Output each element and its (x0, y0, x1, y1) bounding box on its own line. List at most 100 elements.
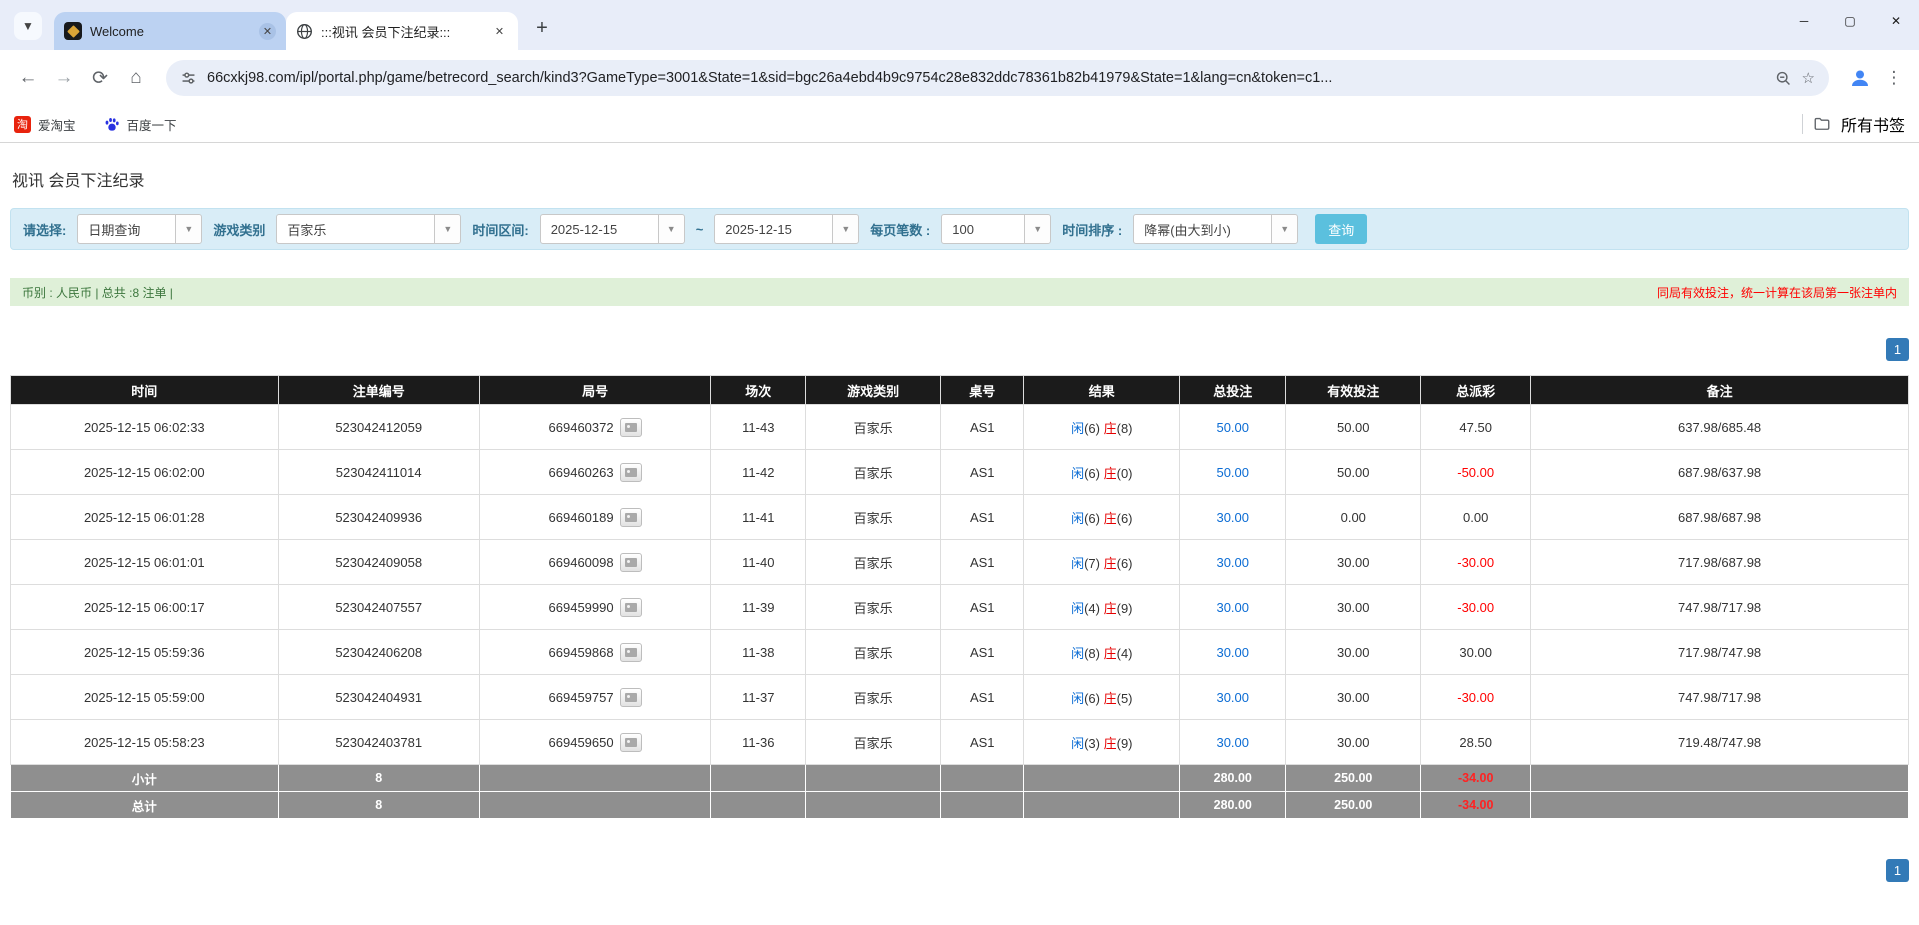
round-detail-icon[interactable] (620, 418, 642, 437)
forward-button[interactable]: → (46, 60, 82, 96)
currency-total-text: 币别 : 人民币 | 总共 :8 注单 | (22, 284, 173, 301)
close-icon[interactable]: ✕ (259, 23, 276, 40)
close-window-icon[interactable]: ✕ (1873, 4, 1919, 38)
chevron-down-icon: ▼ (1024, 215, 1050, 243)
range-separator: ~ (696, 222, 704, 237)
result-banker: 庄 (1104, 421, 1117, 436)
cell-round-id: 669460263 (479, 450, 711, 495)
cell-valid-bet: 0.00 (1286, 495, 1421, 540)
payout-value: -50.00 (1457, 465, 1494, 480)
cell-result: 闲(6) 庄(5) (1024, 675, 1180, 720)
round-detail-icon[interactable] (620, 553, 642, 572)
cell-table-no: AS1 (940, 630, 1024, 675)
cell-session: 11-39 (711, 585, 806, 630)
payout-value: -30.00 (1457, 555, 1494, 570)
maximize-icon[interactable]: ▢ (1827, 4, 1873, 38)
tab-title: Welcome (90, 24, 251, 39)
tab-strip: ▼ Welcome ✕ :::视讯 会员下注纪录::: ✕ + ─ ▢ ✕ (0, 0, 1919, 50)
close-icon[interactable]: ✕ (491, 23, 508, 40)
cell-round-id: 669460098 (479, 540, 711, 585)
back-button[interactable]: ← (10, 60, 46, 96)
chevron-down-icon: ▼ (658, 215, 684, 243)
tab-betrecord[interactable]: :::视讯 会员下注纪录::: ✕ (286, 12, 518, 50)
query-type-select[interactable]: 日期查询 ▼ (77, 214, 202, 244)
header-note: 备注 (1531, 376, 1909, 405)
cell-table-no: AS1 (940, 675, 1024, 720)
result-banker: 庄 (1104, 466, 1117, 481)
zoom-out-icon[interactable] (1775, 70, 1792, 87)
cell-result: 闲(6) 庄(8) (1024, 405, 1180, 450)
filter-bar: 请选择: 日期查询 ▼ 游戏类别 百家乐 ▼ 时间区间: 2025-12-15 … (10, 208, 1909, 250)
all-bookmarks-label: 所有书签 (1841, 112, 1905, 136)
tab-search-button[interactable]: ▼ (14, 12, 42, 40)
bookmark-aitaobao[interactable]: 淘 爱淘宝 (14, 115, 76, 134)
cell-payout: 47.50 (1421, 405, 1531, 450)
cell-total-bet: 50.00 (1180, 450, 1286, 495)
total-bet-link[interactable]: 30.00 (1216, 690, 1249, 705)
cell-result: 闲(7) 庄(6) (1024, 540, 1180, 585)
total-bet-link[interactable]: 30.00 (1216, 555, 1249, 570)
chevron-down-icon: ▼ (832, 215, 858, 243)
cell-total-bet: 30.00 (1180, 495, 1286, 540)
per-page-select[interactable]: 100 ▼ (941, 214, 1051, 244)
select-type-label: 请选择: (23, 220, 66, 239)
bookmark-label: 爱淘宝 (38, 115, 76, 134)
minimize-icon[interactable]: ─ (1781, 4, 1827, 38)
total-bet-link[interactable]: 30.00 (1216, 510, 1249, 525)
total-bet-link[interactable]: 30.00 (1216, 645, 1249, 660)
cell-round-id: 669459868 (479, 630, 711, 675)
bookmark-star-icon[interactable]: ☆ (1802, 69, 1815, 87)
pagination-bottom: 1 (10, 859, 1909, 882)
all-bookmarks[interactable]: 所有书签 (1802, 112, 1905, 136)
date-from-select[interactable]: 2025-12-15 ▼ (540, 214, 685, 244)
chevron-down-icon: ▼ (1271, 215, 1297, 243)
cell-bet-id: 523042407557 (278, 585, 479, 630)
home-button[interactable]: ⌂ (118, 60, 154, 96)
cell-valid-bet: 30.00 (1286, 630, 1421, 675)
globe-icon (296, 23, 313, 40)
round-detail-icon[interactable] (620, 733, 642, 752)
round-detail-icon[interactable] (620, 598, 642, 617)
table-row: 2025-12-15 06:02:00523042411014669460263… (11, 450, 1909, 495)
result-banker: 庄 (1104, 601, 1117, 616)
taobao-icon: 淘 (14, 116, 31, 133)
round-detail-icon[interactable] (620, 688, 642, 707)
new-tab-button[interactable]: + (528, 14, 556, 42)
total-bet-link[interactable]: 30.00 (1216, 735, 1249, 750)
sort-order-select[interactable]: 降幂(由大到小) ▼ (1133, 214, 1298, 244)
table-row: 2025-12-15 05:59:36523042406208669459868… (11, 630, 1909, 675)
search-button[interactable]: 查询 (1315, 214, 1367, 244)
date-to-select[interactable]: 2025-12-15 ▼ (714, 214, 859, 244)
total-bet-link[interactable]: 50.00 (1216, 465, 1249, 480)
round-detail-icon[interactable] (620, 463, 642, 482)
cell-session: 11-38 (711, 630, 806, 675)
header-payout: 总派彩 (1421, 376, 1531, 405)
url-text[interactable]: 66cxkj98.com/ipl/portal.php/game/betreco… (207, 70, 1765, 86)
tab-welcome[interactable]: Welcome ✕ (54, 12, 286, 50)
page-content: 视讯 会员下注纪录 请选择: 日期查询 ▼ 游戏类别 百家乐 ▼ 时间区间: 2… (0, 167, 1919, 882)
address-bar[interactable]: 66cxkj98.com/ipl/portal.php/game/betreco… (166, 60, 1829, 96)
total-bet-link[interactable]: 50.00 (1216, 420, 1249, 435)
profile-avatar-icon[interactable] (1845, 63, 1875, 93)
chevron-down-icon: ▼ (175, 215, 201, 243)
cell-result: 闲(6) 庄(6) (1024, 495, 1180, 540)
per-page-label: 每页笔数 : (870, 220, 930, 239)
round-detail-icon[interactable] (620, 508, 642, 527)
reload-button[interactable]: ⟳ (82, 60, 118, 96)
total-payout: -34.00 (1421, 792, 1531, 819)
page-1-button[interactable]: 1 (1886, 859, 1909, 882)
bookmark-baidu[interactable]: 百度一下 (104, 115, 177, 134)
cell-note: 687.98/637.98 (1531, 450, 1909, 495)
total-bet-link[interactable]: 30.00 (1216, 600, 1249, 615)
cell-time: 2025-12-15 06:00:17 (11, 585, 279, 630)
table-row: 2025-12-15 05:59:00523042404931669459757… (11, 675, 1909, 720)
round-number: 669460189 (549, 510, 614, 525)
tab-title: :::视讯 会员下注纪录::: (321, 22, 483, 41)
gold-emblem-icon (64, 22, 82, 40)
site-settings-icon[interactable] (180, 70, 197, 87)
cell-payout: 28.50 (1421, 720, 1531, 765)
page-1-button[interactable]: 1 (1886, 338, 1909, 361)
round-detail-icon[interactable] (620, 643, 642, 662)
browser-menu-icon[interactable]: ⋮ (1879, 68, 1909, 88)
game-type-select[interactable]: 百家乐 ▼ (276, 214, 461, 244)
